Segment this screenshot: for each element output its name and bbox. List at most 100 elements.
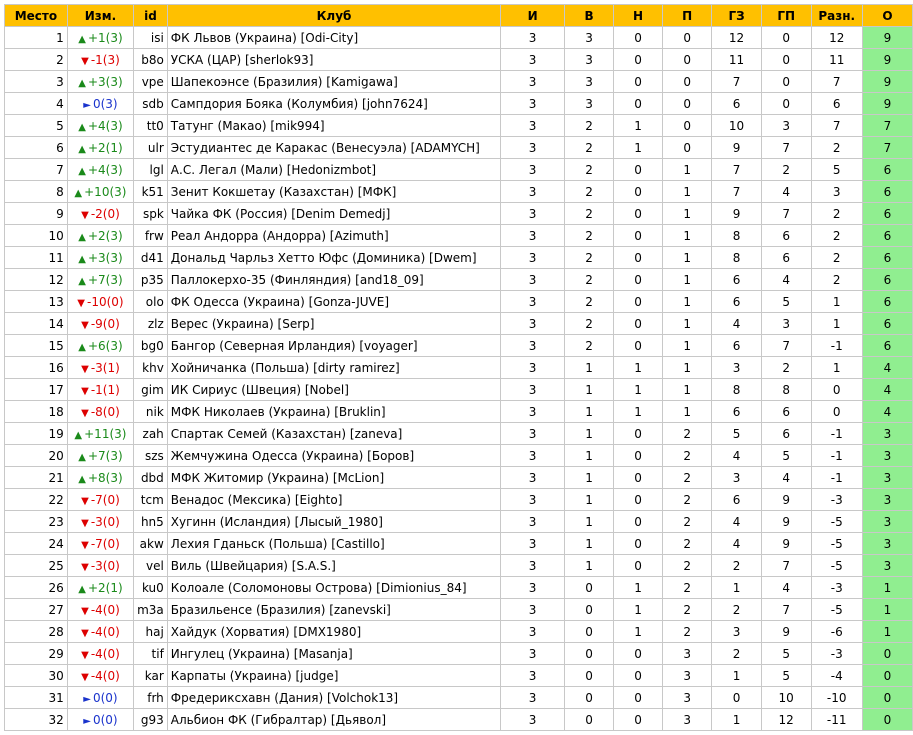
draws-cell: 0 [613, 488, 664, 511]
team-id-cell: hn5 [133, 510, 168, 533]
table-row[interactable]: 7 ▲ +4(3) lgl А.С. Легал (Мали) [Hedonizmbot… [4, 158, 913, 181]
header-goal-difference[interactable]: Разн. [810, 4, 863, 27]
losses-cell: 1 [662, 224, 713, 247]
losses-cell: 2 [662, 488, 713, 511]
table-row[interactable]: 22 ▼ -7(0) tcm Венадос (Мексика) [Eighto] 3 1 0… [4, 488, 913, 511]
played-cell: 3 [500, 686, 565, 709]
points-cell: 0 [861, 686, 913, 709]
table-row[interactable]: 1 ▲ +1(3) isi ФК Львов (Украина) [Odi-City] 3… [4, 26, 913, 49]
club-name-cell: Бразильенсе (Бразилия) [zanevski] [166, 598, 502, 621]
losses-cell: 2 [662, 444, 713, 467]
table-row[interactable]: 9 ▼ -2(0) spk Чайка ФК (Россия) [Denim Demed… [4, 202, 913, 225]
losses-cell: 1 [662, 290, 713, 313]
change-cell: ► 0(0) [66, 686, 135, 709]
header-losses[interactable]: П [662, 4, 713, 27]
table-row[interactable]: 18 ▼ -8(0) nik МФК Николаев (Украина) [Brukl… [4, 400, 913, 423]
table-row[interactable]: 4 ► 0(3) sdb Сампдория Бояка (Колумбия) [joh… [4, 92, 913, 115]
header-position[interactable]: Место [4, 4, 68, 27]
triangle-up-icon: ▲ [78, 473, 86, 485]
table-row[interactable]: 12 ▲ +7(3) p35 Паллокерхо-35 (Финляндия) [an… [4, 268, 913, 291]
goals-against-cell: 5 [760, 290, 812, 313]
table-row[interactable]: 32 ► 0(0) g93 Альбион ФК (Гибралтар) [Дьявол… [4, 708, 913, 731]
table-row[interactable]: 10 ▲ +2(3) frw Реал Андорра (Андорра) [Azimu… [4, 224, 913, 247]
table-row[interactable]: 27 ▼ -4(0) m3a Бразильенсе (Бразилия) [zanev… [4, 598, 913, 621]
played-cell: 3 [500, 268, 565, 291]
table-row[interactable]: 11 ▲ +3(3) d41 Дональд Чарльз Хетто Юфс (Дом… [4, 246, 913, 269]
table-row[interactable]: 2 ▼ -1(3) b8o УСКА (ЦАР) [sherlok93] 3 3 0 0 11 0 1… [4, 48, 913, 71]
draws-cell: 0 [613, 290, 664, 313]
goals-for-cell: 9 [711, 136, 762, 159]
club-name-cell: Паллокерхо-35 (Финляндия) [and18_09] [166, 268, 502, 291]
header-played[interactable]: И [500, 4, 565, 27]
table-row[interactable]: 15 ▲ +6(3) bg0 Бангор (Северная Ирландия) [v… [4, 334, 913, 357]
change-cell: ▼ -3(0) [66, 510, 135, 533]
table-row[interactable]: 30 ▼ -4(0) kar Карпаты (Украина) [judge] 3 0 0 3… [4, 664, 913, 687]
change-value: +10(3) [84, 184, 127, 199]
table-row[interactable]: 5 ▲ +4(3) tt0 Татунг (Макао) [mik994] 3 2 1 0 10 3… [4, 114, 913, 137]
change-cell: ▲ +4(3) [66, 114, 135, 137]
table-row[interactable]: 25 ▼ -3(0) vel Виль (Швейцария) [S.A.S.] 3 1 0 2… [4, 554, 913, 577]
triangle-up-icon: ▲ [78, 231, 86, 243]
table-row[interactable]: 16 ▼ -3(1) khv Хойничанка (Польша) [dirty ra… [4, 356, 913, 379]
position-cell: 26 [4, 576, 68, 599]
goal-difference-cell: 2 [810, 246, 863, 269]
played-cell: 3 [500, 180, 565, 203]
change-value: +11(3) [84, 426, 127, 441]
draws-cell: 1 [613, 114, 664, 137]
header-draws[interactable]: Н [613, 4, 664, 27]
table-row[interactable]: 13 ▼ -10(0) olo ФК Одесса (Украина) [Gonza-J… [4, 290, 913, 313]
table-row[interactable]: 19 ▲ +11(3) zah Спартак Семей (Казахстан) [z… [4, 422, 913, 445]
table-row[interactable]: 3 ▲ +3(3) vpe Шапекоэнсе (Бразилия) [Kamigaw… [4, 70, 913, 93]
played-cell: 3 [500, 378, 565, 401]
points-cell: 6 [861, 158, 913, 181]
team-id-cell: tt0 [133, 114, 168, 137]
change-cell: ▼ -1(3) [66, 48, 135, 71]
points-cell: 3 [861, 510, 913, 533]
table-row[interactable]: 31 ► 0(0) frh Фредериксхавн (Дания) [Volchok… [4, 686, 913, 709]
losses-cell: 0 [662, 48, 713, 71]
losses-cell: 2 [662, 510, 713, 533]
table-row[interactable]: 21 ▲ +8(3) dbd МФК Житомир (Украина) [McLion… [4, 466, 913, 489]
goals-against-cell: 4 [760, 466, 812, 489]
goals-against-cell: 3 [760, 312, 812, 335]
goals-for-cell: 4 [711, 532, 762, 555]
header-change[interactable]: Изм. [66, 4, 135, 27]
goals-for-cell: 7 [711, 70, 762, 93]
table-row[interactable]: 20 ▲ +7(3) szs Жемчужина Одесса (Украина) [Б… [4, 444, 913, 467]
header-id[interactable]: id [133, 4, 168, 27]
team-id-cell: spk [133, 202, 168, 225]
position-cell: 5 [4, 114, 68, 137]
goals-against-cell: 9 [760, 510, 812, 533]
table-row[interactable]: 23 ▼ -3(0) hn5 Хугинн (Исландия) [Лысый_1980… [4, 510, 913, 533]
table-row[interactable]: 28 ▼ -4(0) haj Хайдук (Хорватия) [DMX1980] 3 0… [4, 620, 913, 643]
table-row[interactable]: 29 ▼ -4(0) tif Ингулец (Украина) [Masanja] 3 0… [4, 642, 913, 665]
goal-difference-cell: 2 [810, 136, 863, 159]
club-name-cell: МФК Житомир (Украина) [McLion] [166, 466, 502, 489]
played-cell: 3 [500, 114, 565, 137]
change-cell: ▼ -2(0) [66, 202, 135, 225]
change-value: +6(3) [87, 338, 123, 353]
triangle-right-icon: ► [83, 715, 91, 727]
table-row[interactable]: 26 ▲ +2(1) ku0 Колоале (Соломоновы Острова) … [4, 576, 913, 599]
table-row[interactable]: 17 ▼ -1(1) gim ИК Сириус (Швеция) [Nobel] 3 1 1… [4, 378, 913, 401]
draws-cell: 0 [613, 312, 664, 335]
goal-difference-cell: 11 [810, 48, 863, 71]
table-row[interactable]: 6 ▲ +2(1) ulr Эстудиантес де Каракас (Венесу… [4, 136, 913, 159]
wins-cell: 0 [563, 664, 615, 687]
header-goals-for[interactable]: ГЗ [711, 4, 762, 27]
played-cell: 3 [500, 532, 565, 555]
table-row[interactable]: 24 ▼ -7(0) akw Лехия Гданьск (Польша) [Casti… [4, 532, 913, 555]
goal-difference-cell: 0 [810, 400, 863, 423]
header-points[interactable]: О [861, 4, 913, 27]
header-club[interactable]: Клуб [166, 4, 502, 27]
triangle-right-icon: ► [83, 693, 91, 705]
header-wins[interactable]: В [563, 4, 615, 27]
goals-against-cell: 4 [760, 576, 812, 599]
header-goals-against[interactable]: ГП [760, 4, 812, 27]
table-row[interactable]: 14 ▼ -9(0) zlz Верес (Украина) [Serp] 3 2 0 1 4 3 1… [4, 312, 913, 335]
draws-cell: 1 [613, 378, 664, 401]
points-cell: 3 [861, 444, 913, 467]
table-row[interactable]: 8 ▲ +10(3) k51 Зенит Кокшетау (Казахстан) [М… [4, 180, 913, 203]
change-value: -2(0) [90, 206, 120, 221]
goals-against-cell: 7 [760, 598, 812, 621]
